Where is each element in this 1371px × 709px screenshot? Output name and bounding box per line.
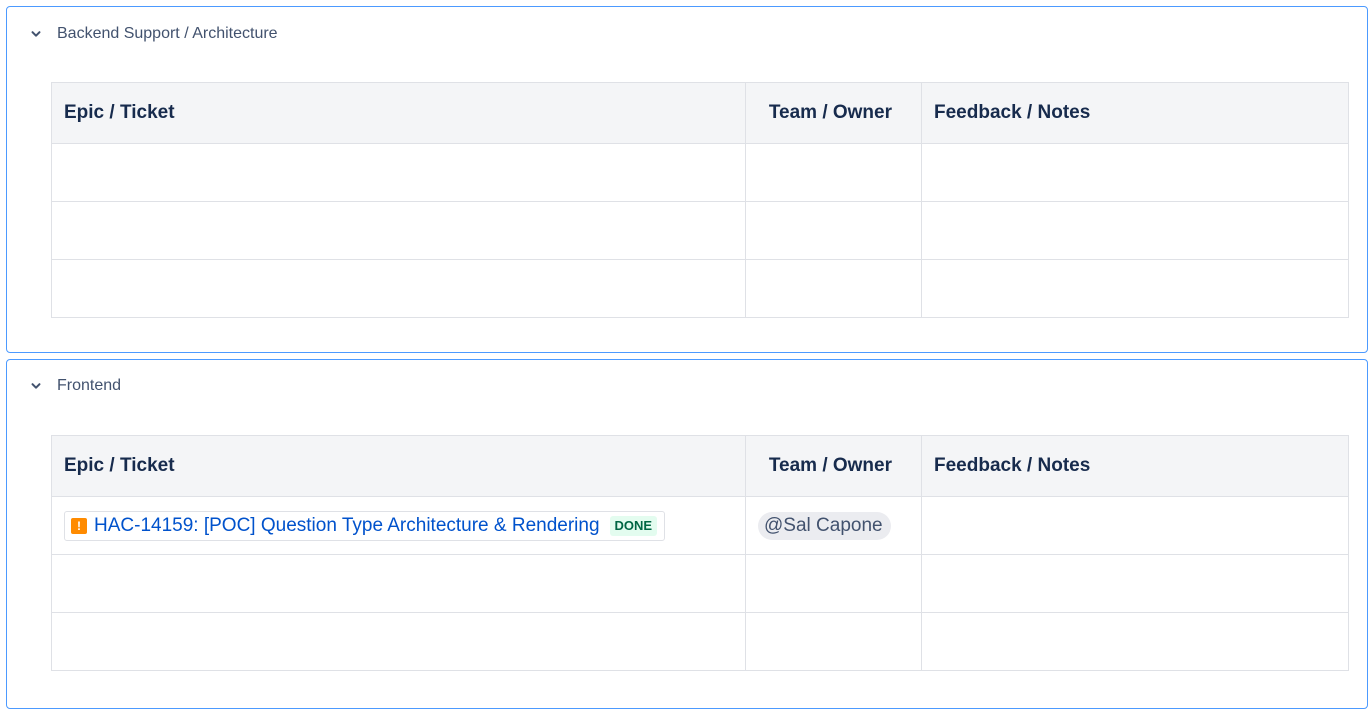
table-row <box>51 143 1349 202</box>
cell-notes[interactable] <box>921 612 1349 671</box>
cell-owner[interactable] <box>745 554 922 613</box>
cell-owner[interactable] <box>745 259 922 318</box>
table-row: ! HAC-14159: [POC] Question Type Archite… <box>51 496 1349 555</box>
cell-ticket[interactable] <box>51 259 746 318</box>
cell-notes[interactable] <box>921 143 1349 202</box>
cell-ticket[interactable] <box>51 612 746 671</box>
table-row <box>51 201 1349 260</box>
table-header-row: Epic / Ticket Team / Owner Feedback / No… <box>51 82 1349 144</box>
header-feedback-notes: Feedback / Notes <box>921 82 1349 144</box>
cell-ticket: ! HAC-14159: [POC] Question Type Archite… <box>51 496 746 555</box>
table-header-row: Epic / Ticket Team / Owner Feedback / No… <box>51 435 1349 497</box>
cell-owner[interactable] <box>745 612 922 671</box>
table-frontend: Epic / Ticket Team / Owner Feedback / No… <box>51 435 1349 671</box>
chevron-down-icon <box>29 379 43 393</box>
status-badge: DONE <box>609 515 658 536</box>
cell-notes[interactable] <box>921 259 1349 318</box>
cell-notes[interactable] <box>921 554 1349 613</box>
jira-issue-title: HAC-14159: [POC] Question Type Architect… <box>94 514 600 536</box>
cell-ticket[interactable] <box>51 201 746 260</box>
header-team-owner: Team / Owner <box>745 82 922 144</box>
header-team-owner: Team / Owner <box>745 435 922 497</box>
table-row <box>51 612 1349 671</box>
cell-ticket[interactable] <box>51 554 746 613</box>
expand-backend-support: Backend Support / Architecture Epic / Ti… <box>6 6 1368 353</box>
expand-toggle-frontend[interactable]: Frontend <box>7 360 1367 412</box>
expand-frontend: Frontend Epic / Ticket Team / Owner Feed… <box>6 359 1368 709</box>
cell-ticket[interactable] <box>51 143 746 202</box>
expand-toggle-backend-support[interactable]: Backend Support / Architecture <box>7 7 1367 61</box>
chevron-down-icon <box>29 27 43 41</box>
cell-owner[interactable] <box>745 201 922 260</box>
expand-title: Backend Support / Architecture <box>57 25 278 42</box>
cell-owner[interactable] <box>745 143 922 202</box>
cell-notes[interactable] <box>921 496 1349 555</box>
table-row <box>51 259 1349 318</box>
user-mention[interactable]: @Sal Capone <box>758 511 891 540</box>
jira-issue-link[interactable]: ! HAC-14159: [POC] Question Type Archite… <box>64 510 666 541</box>
table-backend-support: Epic / Ticket Team / Owner Feedback / No… <box>51 82 1349 318</box>
header-epic-ticket: Epic / Ticket <box>51 435 746 497</box>
header-epic-ticket: Epic / Ticket <box>51 82 746 144</box>
table-row <box>51 554 1349 613</box>
cell-owner: @Sal Capone <box>745 496 922 555</box>
cell-notes[interactable] <box>921 201 1349 260</box>
expand-title: Frontend <box>57 377 122 394</box>
priority-icon: ! <box>71 517 87 534</box>
header-feedback-notes: Feedback / Notes <box>921 435 1349 497</box>
